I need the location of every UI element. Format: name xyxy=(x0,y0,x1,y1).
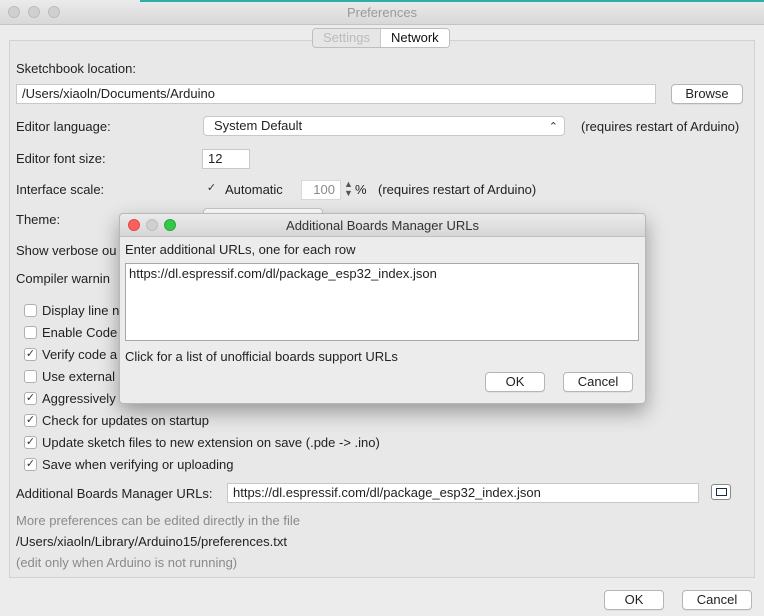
dialog-cancel-button[interactable]: Cancel xyxy=(563,372,633,392)
unofficial-boards-link[interactable]: Click for a list of unofficial boards su… xyxy=(125,349,398,364)
dialog-ok-button[interactable]: OK xyxy=(485,372,545,392)
accent-bar xyxy=(140,0,764,2)
urls-textarea[interactable]: https://dl.espressif.com/dl/package_esp3… xyxy=(125,263,639,341)
open-url-editor-icon[interactable] xyxy=(711,484,731,500)
edit-only-note: (edit only when Arduino is not running) xyxy=(16,555,238,570)
boards-urls-dialog: Additional Boards Manager URLs Enter add… xyxy=(119,213,646,404)
preferences-file-path[interactable]: /Users/xiaoln/Library/Arduino15/preferen… xyxy=(16,534,287,549)
save-when-verifying-label: Save when verifying or uploading xyxy=(42,457,234,472)
more-preferences-note: More preferences can be edited directly … xyxy=(16,513,300,528)
save-when-verifying-checkbox[interactable]: ✓ xyxy=(24,458,37,471)
scale-unit: % xyxy=(355,182,367,197)
verify-code-label: Verify code a xyxy=(42,347,118,362)
editor-language-note: (requires restart of Arduino) xyxy=(581,119,740,134)
aggressively-cache-label: Aggressively xyxy=(42,391,116,406)
aggressively-cache-checkbox[interactable]: ✓ xyxy=(24,392,37,405)
verify-code-checkbox[interactable]: ✓ xyxy=(24,348,37,361)
editor-language-select[interactable]: System Default ⌃ xyxy=(203,116,565,136)
interface-scale-field[interactable]: 100 xyxy=(301,180,341,200)
enable-code-folding-label: Enable Code xyxy=(42,325,118,340)
editor-font-size-field[interactable]: 12 xyxy=(202,149,250,169)
interface-scale-note: (requires restart of Arduino) xyxy=(378,182,537,197)
interface-scale-label: Interface scale: xyxy=(16,182,105,197)
check-updates-checkbox[interactable]: ✓ xyxy=(24,414,37,427)
update-extension-label: Update sketch files to new extension on … xyxy=(42,435,380,450)
editor-font-size-label: Editor font size: xyxy=(16,151,106,166)
enable-code-folding-checkbox[interactable] xyxy=(24,326,37,339)
compiler-warnings-label: Compiler warnin xyxy=(16,271,110,286)
tab-bar: Settings Network xyxy=(312,28,450,48)
dialog-instruction: Enter additional URLs, one for each row xyxy=(125,242,356,257)
ok-button[interactable]: OK xyxy=(604,590,664,610)
scale-stepper-icon[interactable]: ▲ ▼ xyxy=(344,180,353,198)
tab-settings[interactable]: Settings xyxy=(313,29,381,47)
display-line-numbers-checkbox[interactable] xyxy=(24,304,37,317)
verbose-output-label: Show verbose ou xyxy=(16,243,117,258)
check-updates-label: Check for updates on startup xyxy=(42,413,209,428)
editor-language-label: Editor language: xyxy=(16,119,111,134)
tab-network[interactable]: Network xyxy=(380,29,449,47)
update-extension-checkbox[interactable]: ✓ xyxy=(24,436,37,449)
boards-urls-field[interactable]: https://dl.espressif.com/dl/package_esp3… xyxy=(227,483,699,503)
sketchbook-label: Sketchbook location: xyxy=(16,61,136,76)
window-title: Preferences xyxy=(346,5,418,20)
editor-language-value: System Default xyxy=(214,118,303,133)
use-external-editor-label: Use external xyxy=(42,369,115,384)
display-line-numbers-label: Display line n xyxy=(42,303,120,318)
cancel-button[interactable]: Cancel xyxy=(682,590,752,610)
browse-button[interactable]: Browse xyxy=(671,84,743,104)
automatic-checkbox[interactable]: ✓ xyxy=(205,183,218,196)
use-external-editor-checkbox[interactable] xyxy=(24,370,37,383)
chevron-updown-icon: ⌃ xyxy=(548,121,558,133)
automatic-label: Automatic xyxy=(225,182,283,197)
theme-label: Theme: xyxy=(16,212,61,227)
sketchbook-path-field[interactable]: /Users/xiaoln/Documents/Arduino xyxy=(16,84,656,104)
dialog-title: Additional Boards Manager URLs xyxy=(286,218,479,233)
boards-urls-label: Additional Boards Manager URLs: xyxy=(16,486,213,501)
